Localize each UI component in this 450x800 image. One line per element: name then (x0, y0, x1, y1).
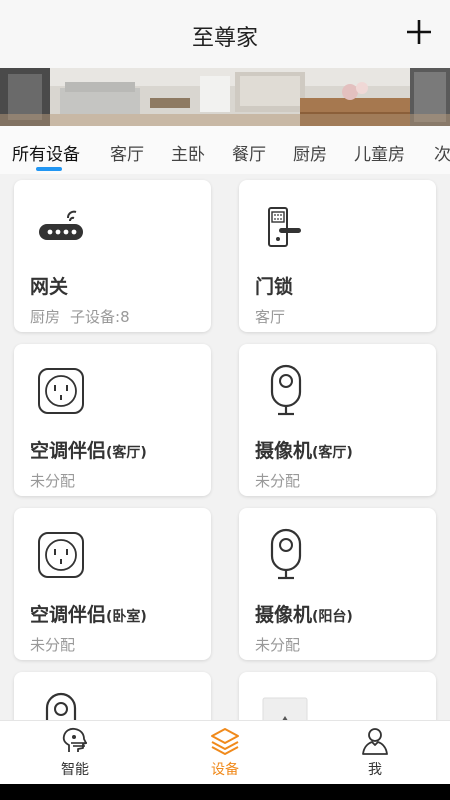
device-name: 门锁 (255, 276, 294, 298)
smart-icon (62, 727, 87, 752)
active-tab-indicator (36, 167, 62, 171)
living-room-photo (0, 68, 450, 126)
bottom-nav: 智能 设备 我 (0, 720, 450, 784)
device-name: 摄像机(客厅) (255, 440, 353, 462)
device-room: 未分配 (255, 472, 301, 490)
nav-label: 智能 (61, 762, 89, 778)
sub-device-count: 子设备:8 (70, 308, 130, 326)
device-thumbnail-icon (262, 697, 308, 720)
nav-profile[interactable]: 我 (315, 725, 435, 779)
device-name: 网关 (30, 276, 69, 298)
device-card-camera-living[interactable]: 摄像机(客厅) 未分配 (239, 344, 436, 496)
profile-icon (362, 728, 388, 755)
camera-icon (270, 364, 302, 416)
ac-companion-icon (38, 532, 84, 578)
nav-label: 设备 (211, 762, 239, 778)
tab-master-bedroom[interactable]: 主卧 (171, 140, 205, 165)
tab-all-devices[interactable]: 所有设备 (12, 140, 80, 165)
device-card-partial-left[interactable] (14, 672, 211, 720)
device-card-camera-balcony[interactable]: 摄像机(阳台) 未分配 (239, 508, 436, 660)
device-room: 客厅 (255, 308, 286, 326)
door-lock-icon (268, 207, 301, 247)
plus-icon[interactable] (404, 17, 434, 47)
gateway-icon (39, 210, 83, 240)
device-card-gateway[interactable]: 网关 厨房 子设备:8 (14, 180, 211, 332)
devices-icon (211, 728, 239, 755)
device-room: 未分配 (255, 636, 301, 654)
device-card-ac-companion-living[interactable]: 空调伴侣(客厅) 未分配 (14, 344, 211, 496)
top-bar: 至尊家 (0, 0, 450, 68)
device-grid: 网关 厨房 子设备:8 门锁 客厅 空调伴侣(客厅) 未分配 摄像机(客厅) 未… (0, 174, 450, 720)
device-room: 未分配 (30, 472, 76, 490)
nav-label: 我 (368, 762, 382, 778)
tab-kids-room[interactable]: 儿童房 (354, 140, 405, 165)
device-name: 空调伴侣(客厅) (30, 440, 147, 462)
camera-icon (45, 692, 77, 720)
nav-devices[interactable]: 设备 (165, 725, 285, 779)
nav-smart[interactable]: 智能 (15, 725, 135, 779)
device-name: 摄像机(阳台) (255, 604, 353, 626)
device-name: 空调伴侣(卧室) (30, 604, 147, 626)
banner-image (0, 68, 450, 126)
device-room: 厨房 子设备:8 (30, 308, 130, 326)
ac-companion-icon (38, 368, 84, 414)
device-card-partial-right[interactable] (239, 672, 436, 720)
tab-dining-room[interactable]: 餐厅 (232, 140, 266, 165)
tab-secondary[interactable]: 次 (434, 140, 450, 165)
device-room: 未分配 (30, 636, 76, 654)
device-card-door-lock[interactable]: 门锁 客厅 (239, 180, 436, 332)
tab-kitchen[interactable]: 厨房 (293, 140, 327, 165)
device-card-ac-companion-bedroom[interactable]: 空调伴侣(卧室) 未分配 (14, 508, 211, 660)
tab-living-room[interactable]: 客厅 (110, 140, 144, 165)
page-title: 至尊家 (191, 26, 258, 51)
system-nav-bar (0, 784, 450, 800)
camera-icon (270, 528, 302, 580)
room-tabs: 所有设备 客厅 主卧 餐厅 厨房 儿童房 次 (0, 126, 450, 174)
